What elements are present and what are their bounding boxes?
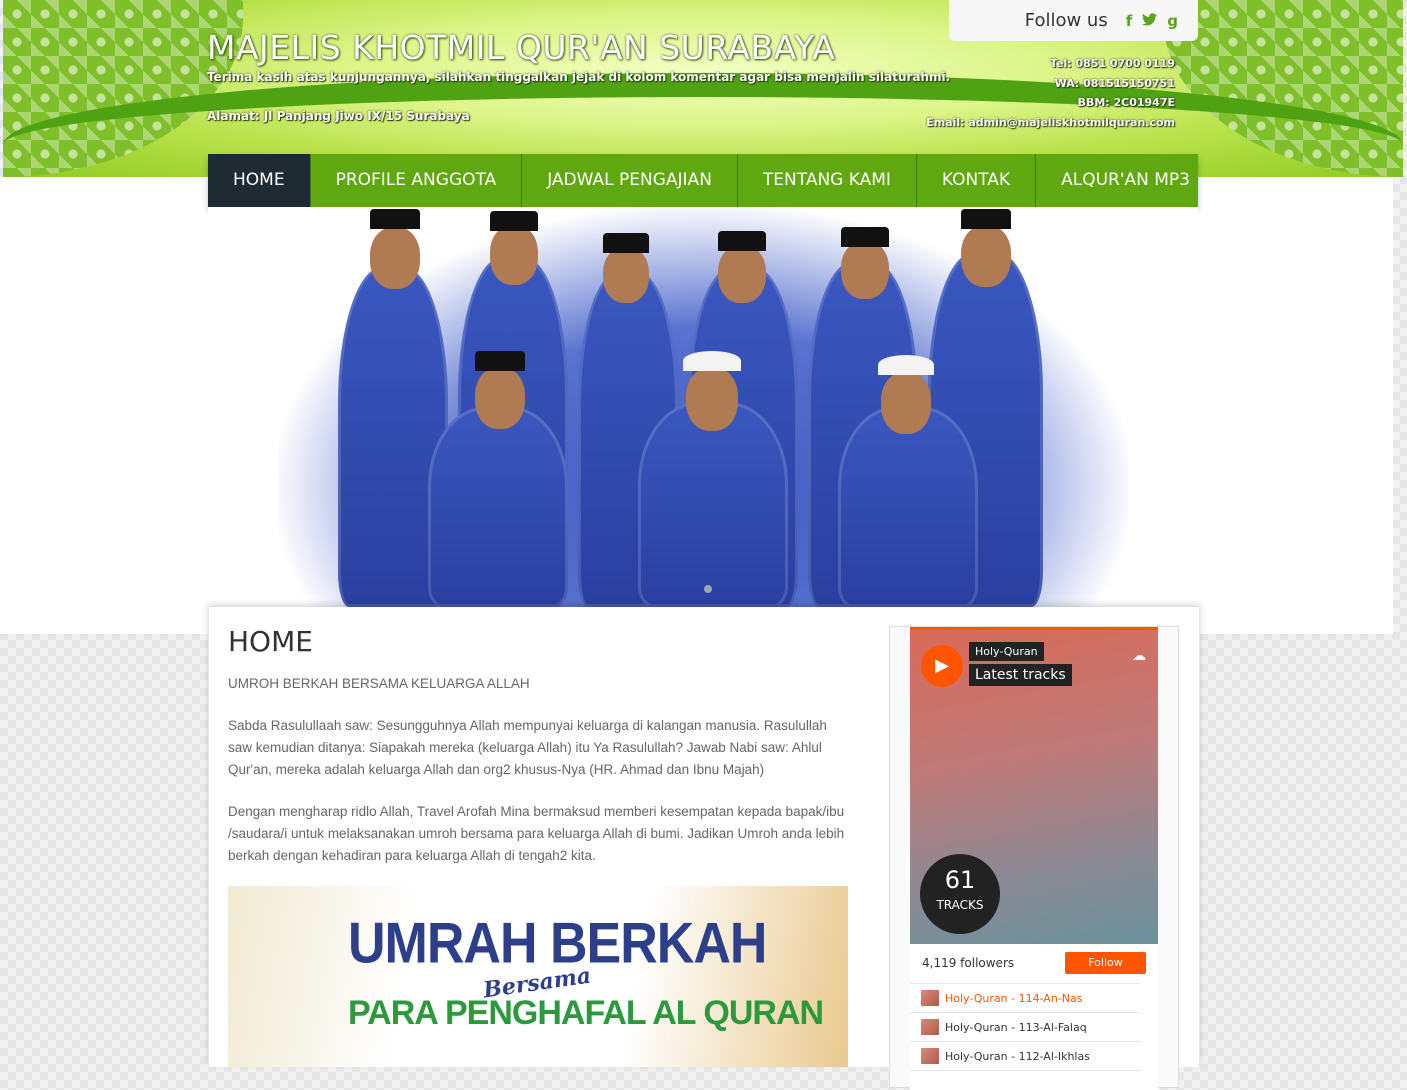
- group-photo: [278, 207, 1128, 607]
- article-paragraph: Dengan mengharap ridlo Allah, Travel Aro…: [228, 804, 845, 863]
- followers-count: 4,119 followers: [922, 956, 1015, 970]
- nav-home[interactable]: HOME: [208, 154, 311, 207]
- soundcloud-user[interactable]: Holy-Quran: [969, 642, 1044, 661]
- track-item[interactable]: Holy-Quran - 114-An-Nas: [910, 984, 1140, 1013]
- main-navigation: HOME PROFILE ANGGOTA JADWAL PENGAJIAN TE…: [208, 154, 1198, 207]
- umrah-banner-image: UMRAH BERKAH Bersama PARA PENGHAFAL AL Q…: [228, 886, 848, 1067]
- soundcloud-logo-icon[interactable]: ☁: [1132, 648, 1146, 664]
- track-thumbnail: [921, 1019, 939, 1035]
- track-title: Holy-Quran - 114-An-Nas: [945, 991, 1083, 1005]
- contact-email[interactable]: Email: admin@majeliskhotmilquran.com: [926, 113, 1175, 133]
- track-count-label: TRACKS: [936, 898, 984, 912]
- sidebar: ▶ Holy-Quran Latest tracks ☁ 61 TRACKS 4…: [889, 626, 1179, 1090]
- track-item[interactable]: Holy-Quran - 113-Al-Falaq: [910, 1013, 1140, 1042]
- article-heading: UMROH BERKAH BERSAMA KELUARGA ALLAH: [228, 676, 530, 691]
- play-icon[interactable]: ▶: [921, 645, 963, 687]
- soundcloud-playlist-title[interactable]: Latest tracks: [969, 664, 1072, 686]
- image-slider[interactable]: [208, 207, 1198, 607]
- soundcloud-widget: ▶ Holy-Quran Latest tracks ☁ 61 TRACKS 4…: [910, 627, 1158, 1090]
- track-title: Holy-Quran - 113-Al-Falaq: [945, 1020, 1087, 1034]
- track-list: Holy-Quran - 114-An-Nas Holy-Quran - 113…: [910, 983, 1140, 1071]
- google-plus-icon[interactable]: g: [1167, 12, 1178, 30]
- nav-profile-anggota[interactable]: PROFILE ANGGOTA: [311, 154, 523, 207]
- site-address: Alamat: Jl Panjang Jiwo IX/15 Surabaya: [207, 109, 470, 123]
- site-tagline: Terima kasih atas kunjungannya, silahkan…: [207, 70, 951, 84]
- follow-button[interactable]: Follow: [1065, 952, 1146, 974]
- follow-us-box: Follow us f g: [949, 0, 1198, 41]
- article-paragraph: Sabda Rasulullaah saw: Sesungguhnya Alla…: [228, 718, 827, 777]
- article-body: UMROH BERKAH BERSAMA KELUARGA ALLAH Sabd…: [228, 673, 848, 887]
- slider-dot[interactable]: [704, 585, 712, 593]
- site-title[interactable]: MAJELIS KHOTMIL QUR'AN SURABAYA: [207, 28, 835, 67]
- soundcloud-artwork: ▶ Holy-Quran Latest tracks ☁ 61 TRACKS: [910, 630, 1158, 944]
- facebook-icon[interactable]: f: [1126, 12, 1133, 30]
- nav-alquran-mp3[interactable]: ALQUR'AN MP3: [1036, 154, 1215, 207]
- banner-line-3: PARA PENGHAFAL AL QURAN: [348, 994, 824, 1032]
- track-item[interactable]: Holy-Quran - 112-Al-Ikhlas: [910, 1042, 1140, 1071]
- contact-info: Tel: 0851 0700 0119 WA: 081515150751 BBM…: [926, 54, 1175, 132]
- twitter-icon[interactable]: [1142, 12, 1158, 30]
- content-panel: HOME UMROH BERKAH BERSAMA KELUARGA ALLAH…: [208, 607, 1200, 1090]
- track-count-badge: 61 TRACKS: [920, 854, 1000, 934]
- track-thumbnail: [921, 1048, 939, 1064]
- track-thumbnail: [921, 990, 939, 1006]
- track-count: 61: [944, 866, 976, 894]
- nav-tentang-kami[interactable]: TENTANG KAMI: [738, 154, 917, 207]
- contact-wa: WA: 081515150751: [1054, 76, 1175, 90]
- contact-tel: Tel: 0851 0700 0119: [1049, 57, 1175, 70]
- follow-us-label: Follow us: [1024, 10, 1108, 31]
- contact-bbm: BBM: 2C01947E: [1077, 96, 1175, 109]
- nav-jadwal-pengajian[interactable]: JADWAL PENGAJIAN: [522, 154, 738, 207]
- nav-kontak[interactable]: KONTAK: [917, 154, 1037, 207]
- page-title: HOME: [228, 625, 313, 658]
